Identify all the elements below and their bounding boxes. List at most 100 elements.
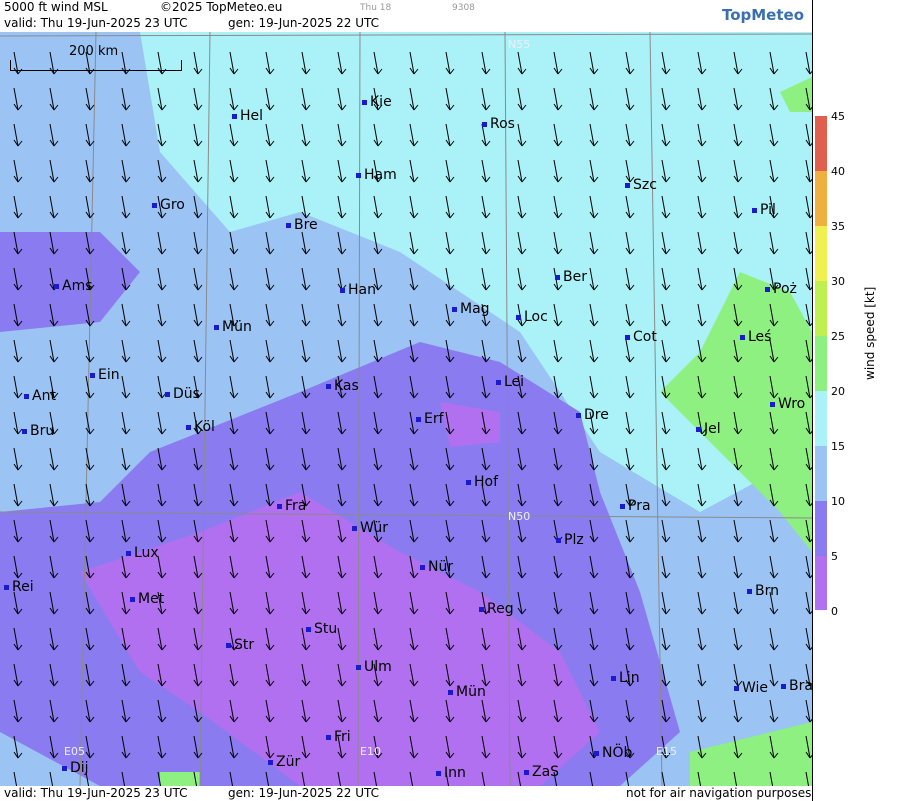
city-marker-icon <box>90 372 95 378</box>
city-label: Ulm <box>356 659 392 675</box>
city-label: NÖb <box>594 745 632 761</box>
city-marker-icon <box>620 503 625 509</box>
wind-arrow-icon <box>661 627 671 651</box>
city-label: Wro <box>770 396 805 412</box>
city-label: Hof <box>466 474 498 490</box>
city-marker-icon <box>734 685 739 691</box>
wind-arrow-icon <box>733 627 743 651</box>
city-marker-icon <box>165 391 170 397</box>
wind-arrow-icon <box>157 303 167 327</box>
city-marker-icon <box>306 626 311 632</box>
wind-arrow-icon <box>49 87 59 111</box>
wind-arrow-icon <box>13 87 23 111</box>
city-marker-icon <box>214 324 219 330</box>
code-small: 9308 <box>452 3 475 13</box>
wind-arrow-icon <box>85 123 95 147</box>
city-name: Brn <box>755 583 779 599</box>
city-label: Inn <box>436 765 466 781</box>
city-label: Dre <box>576 407 609 423</box>
city-marker-icon <box>740 334 745 340</box>
city-marker-icon <box>4 584 9 590</box>
city-label: Met <box>130 591 164 607</box>
city-name: Han <box>348 282 376 298</box>
city-label: Lux <box>126 545 159 561</box>
valid-time: valid: Thu 19-Jun-2025 23 UTC <box>4 16 188 30</box>
city-label: Fra <box>277 498 306 514</box>
city-label: Hel <box>232 108 263 124</box>
city-marker-icon <box>362 99 367 105</box>
wind-arrow-icon <box>229 267 239 291</box>
wind-arrow-icon <box>733 555 743 579</box>
legend-tick: 0 <box>831 605 838 618</box>
wind-arrow-icon <box>121 339 131 363</box>
city-marker-icon <box>62 765 67 771</box>
city-name: Szc <box>633 177 657 193</box>
wind-arrow-icon <box>121 87 131 111</box>
city-marker-icon <box>594 750 599 756</box>
wind-arrow-icon <box>373 339 383 363</box>
city-marker-icon <box>356 664 361 670</box>
city-label: Han <box>340 282 376 298</box>
city-name: Gro <box>160 197 185 213</box>
city-marker-icon <box>226 642 231 648</box>
legend-panel: 45 40 35 30 25 20 15 10 5 0 wind speed [kt] <box>812 0 904 801</box>
wind-arrow-icon <box>769 555 779 579</box>
city-label: Lei <box>496 374 524 390</box>
footer-bar: valid: Thu 19-Jun-2025 23 UTC gen: 19-Ju… <box>0 786 812 801</box>
city-name: Poż <box>773 281 797 297</box>
wind-arrow-icon <box>85 339 95 363</box>
wind-arrow-icon <box>13 771 18 786</box>
city-label: Plz <box>556 532 584 548</box>
city-label: Bre <box>286 217 318 233</box>
city-name: Reg <box>487 601 514 617</box>
wind-arrow-icon <box>301 339 311 363</box>
city-marker-icon <box>611 675 616 681</box>
city-label: Leś <box>740 329 771 345</box>
wind-arrow-icon <box>193 303 203 327</box>
wind-arrow-icon <box>121 231 131 255</box>
wind-arrow-icon <box>49 159 59 183</box>
city-name: Loc <box>524 309 548 325</box>
legend-tick: 5 <box>831 550 838 563</box>
wind-arrow-icon <box>697 519 707 543</box>
wind-arrow-icon <box>265 303 275 327</box>
colorbar <box>815 116 827 610</box>
city-label: Nür <box>420 559 453 575</box>
city-label: Düs <box>165 386 200 402</box>
city-name: Dre <box>584 407 609 423</box>
city-name: Lei <box>504 374 525 390</box>
city-marker-icon <box>524 769 529 775</box>
wind-arrow-icon <box>373 303 383 327</box>
legend-tick: 35 <box>831 220 845 233</box>
wind-map[interactable]: 200 km N55 N50 E05 E10 E15 Hel Kie Ros Ham S… <box>0 32 812 786</box>
city-marker-icon <box>126 550 131 556</box>
wind-arrow-icon <box>193 195 203 219</box>
city-label: Köl <box>186 419 215 435</box>
wind-arrow-icon <box>49 123 59 147</box>
city-label: Mün <box>214 319 252 335</box>
city-marker-icon <box>696 426 701 432</box>
wind-arrow-icon <box>157 231 167 255</box>
city-marker-icon <box>770 401 775 407</box>
city-marker-icon <box>555 274 560 280</box>
wind-arrow-icon <box>157 267 167 291</box>
city-name: Rei <box>12 579 34 595</box>
wind-arrow-icon <box>121 447 131 471</box>
footer-gen: gen: 19-Jun-2025 22 UTC <box>228 786 380 800</box>
city-name: Lux <box>134 545 159 561</box>
wind-arrow-icon <box>193 267 203 291</box>
header-bar: 5000 ft wind MSL ©2025 TopMeteo.eu Thu 1… <box>0 0 812 32</box>
scale-label: 200 km <box>69 44 119 59</box>
wind-arrow-icon <box>265 375 275 399</box>
wind-arrow-icon <box>157 411 167 435</box>
city-marker-icon <box>186 424 191 430</box>
wind-arrow-icon <box>229 375 239 399</box>
city-name: ZaS <box>532 764 560 780</box>
city-label: Poż <box>765 281 797 297</box>
city-marker-icon <box>356 172 361 178</box>
city-name: Lin <box>619 670 640 686</box>
wind-arrow-icon <box>769 627 779 651</box>
city-label: Ham <box>356 167 397 183</box>
city-marker-icon <box>326 383 331 389</box>
city-marker-icon <box>496 379 501 385</box>
